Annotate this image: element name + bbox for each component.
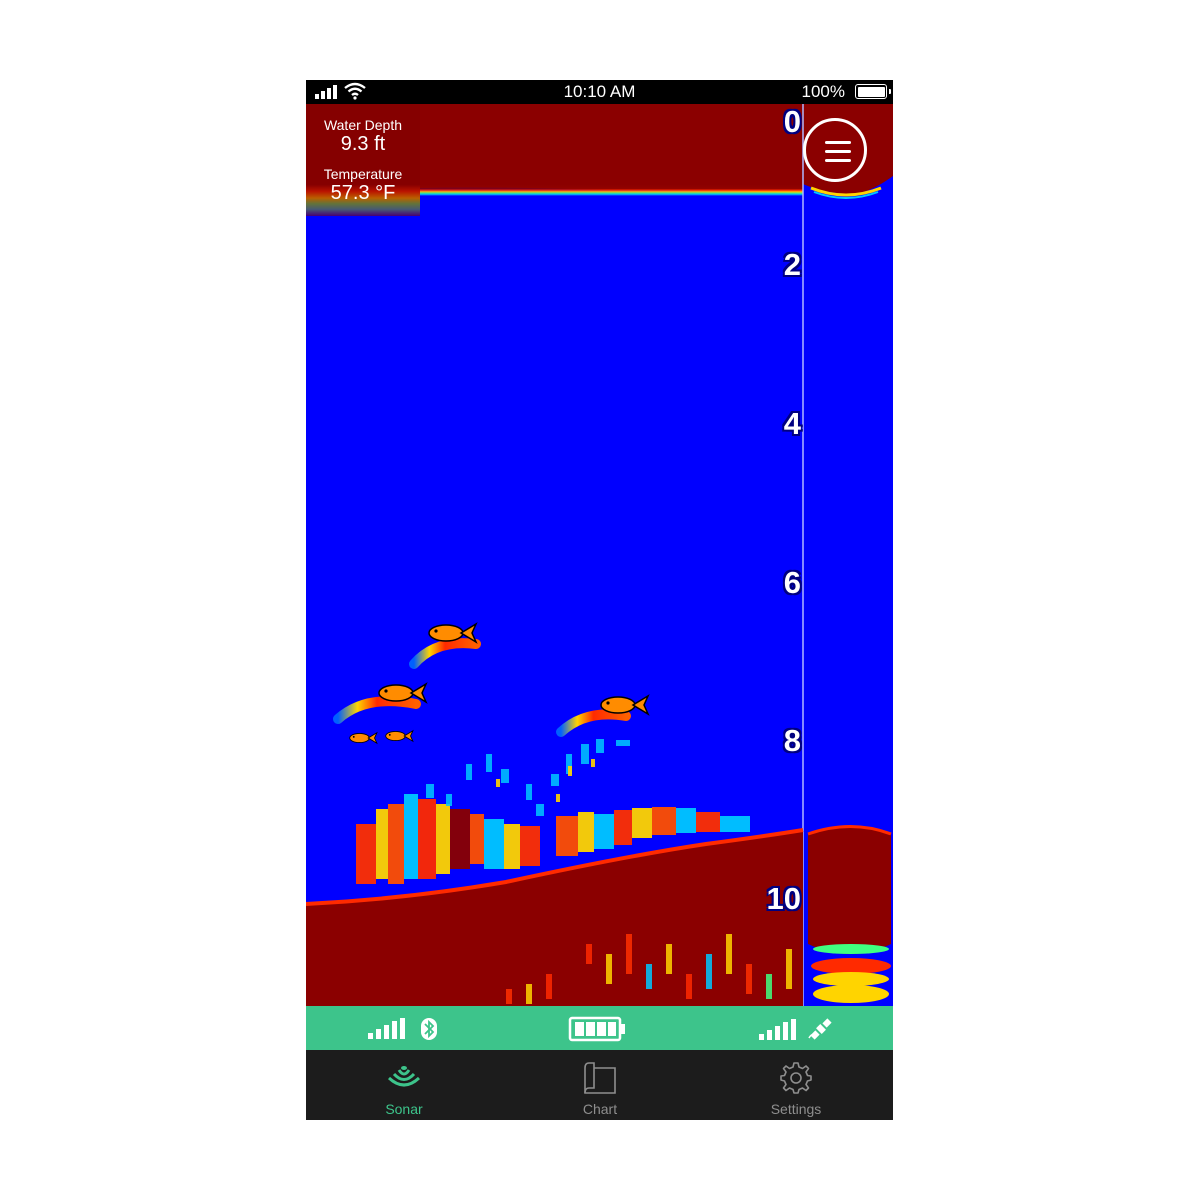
tab-label: Settings [770, 1101, 822, 1117]
temperature-value: 57.3 °F [330, 182, 396, 204]
fish-icon [378, 682, 428, 704]
sonar-image [306, 104, 893, 1006]
sonar-display[interactable]: Water Depth 9.3 ft Temperature 57.3 °F 0… [306, 104, 893, 1006]
fish-icon [349, 731, 378, 745]
fish-icon [428, 622, 478, 644]
water-depth-label: Water Depth [323, 117, 403, 133]
depth-label-0: 0 [783, 104, 801, 139]
tab-sonar[interactable]: Sonar [306, 1050, 502, 1120]
temperature-label: Temperature [323, 166, 403, 182]
gear-icon [780, 1062, 812, 1094]
tab-bar: Sonar Chart Settings [306, 1050, 893, 1120]
battery-percent: 100% [801, 82, 845, 101]
connection-bar [306, 1006, 893, 1050]
tab-label: Sonar [385, 1101, 423, 1117]
phone-screen: 10:10 AM 100% Water Depth 9.3 ft Tempera… [306, 80, 893, 1120]
readout-panel: Water Depth 9.3 ft Temperature 57.3 °F [306, 104, 420, 216]
depth-label-6: 6 [783, 565, 801, 600]
hamburger-menu-icon[interactable] [803, 118, 867, 182]
gps-satellite-icon [759, 1018, 832, 1040]
depth-label-8: 8 [783, 723, 801, 758]
device-battery-icon [568, 1016, 625, 1042]
tab-label: Chart [582, 1101, 618, 1117]
battery-icon [855, 84, 891, 99]
sonar-icon [387, 1066, 421, 1087]
tab-settings[interactable]: Settings [698, 1050, 893, 1120]
depth-label-2: 2 [783, 247, 801, 282]
status-bar: 10:10 AM 100% [306, 80, 893, 104]
tab-chart[interactable]: Chart [502, 1050, 698, 1120]
depth-label-4: 4 [783, 406, 801, 441]
water-depth-value: 9.3 ft [340, 133, 386, 155]
fish-icon [385, 729, 414, 743]
fish-icon [600, 694, 650, 716]
map-icon [584, 1062, 616, 1094]
depth-label-10: 10 [766, 881, 801, 916]
bluetooth-signal-icon [368, 1018, 437, 1040]
